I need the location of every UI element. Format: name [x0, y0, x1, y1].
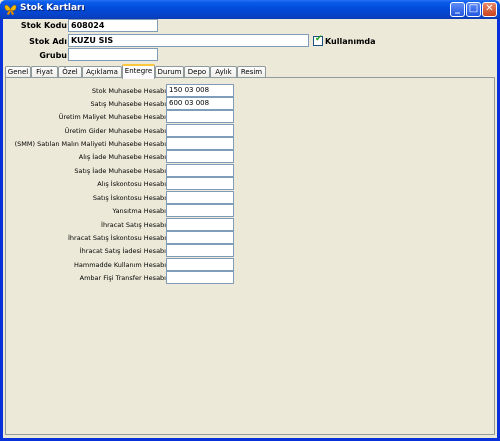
tab-entegre[interactable]: Entegre: [122, 64, 155, 79]
satis-iade-muhasebe-hesabi-input[interactable]: [166, 164, 234, 177]
ihracat-satis-iadesi-hesabi-input[interactable]: [166, 244, 234, 257]
stok-muhasebe-hesabi-input[interactable]: 150 03 008: [166, 84, 234, 97]
entegre-tab-panel: Stok Muhasebe Hesabı 150 03 008 Satış Mu…: [5, 77, 495, 435]
window-client-area: Stok Kodu 608024 Stok Adı KUZU SIS ✔ Kul…: [3, 19, 497, 438]
alis-iskontosu-hesabi-input[interactable]: [166, 177, 234, 190]
minimize-button[interactable]: _: [450, 2, 465, 17]
checkmark-icon: ✔: [315, 34, 323, 44]
yansitma-hesabi-input[interactable]: [166, 204, 234, 217]
grubu-label: Grubu: [39, 51, 67, 60]
uretim-maliyet-muhasebe-hesabi-input[interactable]: [166, 110, 234, 123]
hammadde-kullanim-hesabi-label: Hammadde Kullanım Hesabı: [74, 261, 166, 269]
satis-iskontosu-hesabi-input[interactable]: [166, 191, 234, 204]
satis-muhasebe-hesabi-label: Satış Muhasebe Hesabı: [90, 100, 166, 108]
stok-kartlari-window: Stok Kartları _ □ ✕ Stok Kodu 608024 Sto…: [0, 0, 500, 441]
title-bar[interactable]: Stok Kartları _ □ ✕: [0, 0, 500, 19]
hammadde-kullanim-hesabi-input[interactable]: [166, 258, 234, 271]
ambar-fisi-transfer-hesabi-input[interactable]: [166, 271, 234, 284]
stok-kodu-input[interactable]: 608024: [68, 19, 158, 32]
ihracat-satis-iskontosu-hesabi-input[interactable]: [166, 231, 234, 244]
maximize-button[interactable]: □: [466, 2, 481, 17]
ihracat-satis-hesabi-input[interactable]: [166, 218, 234, 231]
butterfly-icon: [4, 4, 17, 15]
alis-iade-muhasebe-hesabi-input[interactable]: [166, 150, 234, 163]
ihracat-satis-iskontosu-hesabi-label: İhracat Satış İskontosu Hesabı: [68, 234, 166, 242]
uretim-maliyet-muhasebe-hesabi-label: Üretim Maliyet Muhasebe Hesabı: [58, 113, 166, 121]
ihracat-satis-hesabi-label: İhracat Satış Hesabı: [101, 221, 166, 229]
yansitma-hesabi-label: Yansıtma Hesabı: [112, 207, 167, 215]
stok-adi-label: Stok Adı: [29, 37, 67, 46]
close-button[interactable]: ✕: [482, 2, 497, 17]
ambar-fisi-transfer-hesabi-label: Ambar Fişi Transfer Hesabı: [79, 274, 166, 282]
satis-iade-muhasebe-hesabi-label: Satış İade Muhasebe Hesabı: [74, 167, 166, 175]
uretim-gider-muhasebe-hesabi-label: Üretim Gider Muhasebe Hesabı: [64, 127, 166, 135]
stok-muhasebe-hesabi-label: Stok Muhasebe Hesabı: [91, 87, 166, 95]
window-title: Stok Kartları: [20, 3, 85, 13]
uretim-gider-muhasebe-hesabi-input[interactable]: [166, 124, 234, 137]
ihracat-satis-iadesi-hesabi-label: İhracat Satış İadesi Hesabı: [79, 247, 166, 255]
grubu-input[interactable]: [68, 48, 158, 61]
alis-iskontosu-hesabi-label: Alış İskontosu Hesabı: [97, 180, 166, 188]
satis-iskontosu-hesabi-label: Satış İskontosu Hesabı: [92, 194, 166, 202]
alis-iade-muhasebe-hesabi-label: Alış İade Muhasebe Hesabı: [78, 153, 166, 161]
kullanimda-checkbox[interactable]: ✔: [313, 34, 323, 46]
smm-muhasebe-hesabi-label: (SMM) Satılan Malın Maliyeti Muhasebe He…: [14, 140, 166, 148]
stok-kodu-label: Stok Kodu: [20, 21, 67, 30]
kullanimda-label: Kullanımda: [325, 37, 376, 46]
stok-adi-input[interactable]: KUZU SIS: [68, 34, 309, 47]
smm-muhasebe-hesabi-input[interactable]: [166, 137, 234, 150]
satis-muhasebe-hesabi-input[interactable]: 600 03 008: [166, 97, 234, 110]
